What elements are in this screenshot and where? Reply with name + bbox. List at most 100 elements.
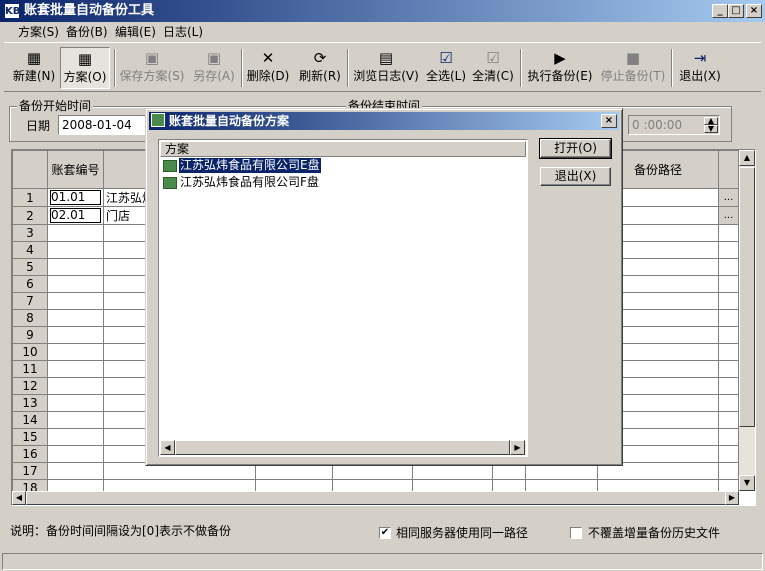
account-no-cell[interactable] [47,275,104,293]
save-as-button[interactable]: ▣ 另存(A) [190,47,238,89]
horizontal-scroll-thumb[interactable] [26,491,726,505]
new-button[interactable]: ▦ 新建(N) [12,47,56,89]
account-no-cell[interactable] [47,241,104,259]
window-title: 账套批量自动备份工具 [24,3,155,18]
account-no-cell[interactable] [47,428,104,446]
scheme-button[interactable]: ▦ 方案(O) [60,47,110,89]
account-no-cell[interactable] [47,224,104,242]
select-all-button[interactable]: ☑ 全选(L) [424,47,468,89]
dialog-close-button[interactable]: × [601,114,617,128]
row-number: 9 [12,326,48,344]
scheme-dialog: 账套批量自动备份方案 × 方案 江苏弘炜食品有限公司E盘 江苏弘炜食品有限公司F… [145,108,623,466]
account-no-cell[interactable]: 01.01 [47,188,104,207]
menu-scheme[interactable]: 方案(S) [18,25,59,39]
minimize-button[interactable]: _ [712,4,728,18]
window-title-bar[interactable]: KB 账套批量自动备份工具 _ □ × [0,0,765,22]
account-no-cell[interactable]: 02.01 [47,206,104,225]
toolbar: ▦ 新建(N) ▦ 方案(O) ▣ 保存方案(S) ▣ 另存(A) ✕ 删除(D… [4,42,761,92]
stop-backup-button[interactable]: ■ 停止备份(T) [598,47,668,89]
browse-path-button[interactable] [718,394,739,412]
menu-edit[interactable]: 编辑(E) [115,25,156,39]
toolbar-separator [520,49,522,87]
start-date-input[interactable]: 2008-01-04 [58,115,148,135]
browse-path-button[interactable] [718,292,739,310]
scroll-left-button[interactable]: ◀ [12,491,26,505]
row-number: 13 [12,394,48,412]
account-no-header[interactable]: 账套编号 [47,150,104,189]
browse-path-button[interactable]: ... [718,206,739,225]
exit-button[interactable]: ⇥ 退出(X) [676,47,724,89]
account-no-cell[interactable] [47,343,104,361]
new-scheme-icon: ▦ [26,49,42,67]
browse-log-button[interactable]: ▤ 浏览日志(V) [351,47,421,89]
browse-path-button[interactable] [718,428,739,446]
row-number: 10 [12,343,48,361]
delete-icon: ✕ [261,49,275,67]
scheme-list-item[interactable]: 江苏弘炜食品有限公司E盘 [161,157,521,174]
browse-path-button[interactable] [718,258,739,276]
same-path-label[interactable]: 相同服务器使用同一路径 [396,526,528,540]
account-no-cell[interactable] [47,394,104,412]
list-scroll-left-button[interactable]: ◀ [160,440,175,455]
row-number: 6 [12,275,48,293]
account-no-cell[interactable] [47,360,104,378]
row-number: 16 [12,445,48,463]
menu-log[interactable]: 日志(L) [163,25,203,39]
row-number: 2 [12,206,48,225]
browse-path-button[interactable] [718,343,739,361]
clear-all-button[interactable]: ☑ 全清(C) [470,47,516,89]
row-number: 11 [12,360,48,378]
list-scroll-right-button[interactable]: ▶ [510,440,525,455]
account-no-cell[interactable] [47,411,104,429]
menu-backup[interactable]: 备份(B) [66,25,108,39]
row-number: 4 [12,241,48,259]
scheme-list[interactable]: 方案 江苏弘炜食品有限公司E盘 江苏弘炜食品有限公司F盘 ◀ ▶ [158,139,528,457]
delete-button[interactable]: ✕ 删除(D) [244,47,292,89]
dialog-title-bar[interactable]: 账套批量自动备份方案 × [149,112,619,130]
browse-path-button[interactable] [718,377,739,395]
browse-path-button[interactable] [718,462,739,480]
account-no-cell[interactable] [47,445,104,463]
account-no-cell[interactable] [47,258,104,276]
list-scroll-thumb[interactable] [175,440,510,455]
dialog-exit-button[interactable]: 退出(X) [540,167,611,186]
account-no-cell[interactable] [47,462,104,480]
browse-path-button[interactable] [718,224,739,242]
browse-path-button[interactable] [718,326,739,344]
time-spin-down[interactable]: ▼ [704,125,718,133]
browse-path-button[interactable] [718,411,739,429]
scheme-list-item[interactable]: 江苏弘炜食品有限公司F盘 [161,175,521,191]
account-no-cell[interactable] [47,309,104,327]
save-as-icon: ▣ [206,49,222,67]
no-overwrite-label[interactable]: 不覆盖增量备份历史文件 [588,526,720,540]
refresh-icon: ⟳ [313,49,327,67]
save-scheme-button[interactable]: ▣ 保存方案(S) [117,47,187,89]
scroll-up-button[interactable]: ▲ [739,150,755,166]
dialog-app-icon [151,113,165,127]
close-button[interactable]: × [746,4,762,18]
account-no-cell[interactable] [47,326,104,344]
account-no-cell[interactable] [47,377,104,395]
maximize-button[interactable]: □ [728,4,744,18]
refresh-button[interactable]: ⟳ 刷新(R) [296,47,344,89]
vertical-scroll-thumb[interactable] [739,167,755,427]
toolbar-separator [241,49,243,87]
open-button[interactable]: 打开(O) [539,138,612,159]
same-path-checkbox[interactable]: ✔ [379,527,391,539]
select-all-icon: ☑ [439,49,453,67]
column-header [718,150,739,189]
account-no-cell[interactable] [47,292,104,310]
browse-path-button[interactable]: ... [718,188,739,207]
scroll-right-button[interactable]: ▶ [725,491,739,505]
browse-path-button[interactable] [718,445,739,463]
browse-path-button[interactable] [718,275,739,293]
browse-path-button[interactable] [718,309,739,327]
scheme-icon: ▦ [77,50,93,68]
run-backup-button[interactable]: ▶ 执行备份(E) [524,47,596,89]
row-number: 17 [12,462,48,480]
scheme-list-header[interactable]: 方案 [160,141,526,157]
no-overwrite-checkbox[interactable] [570,527,582,539]
scroll-down-button[interactable]: ▼ [739,475,755,491]
browse-path-button[interactable] [718,360,739,378]
browse-path-button[interactable] [718,241,739,259]
